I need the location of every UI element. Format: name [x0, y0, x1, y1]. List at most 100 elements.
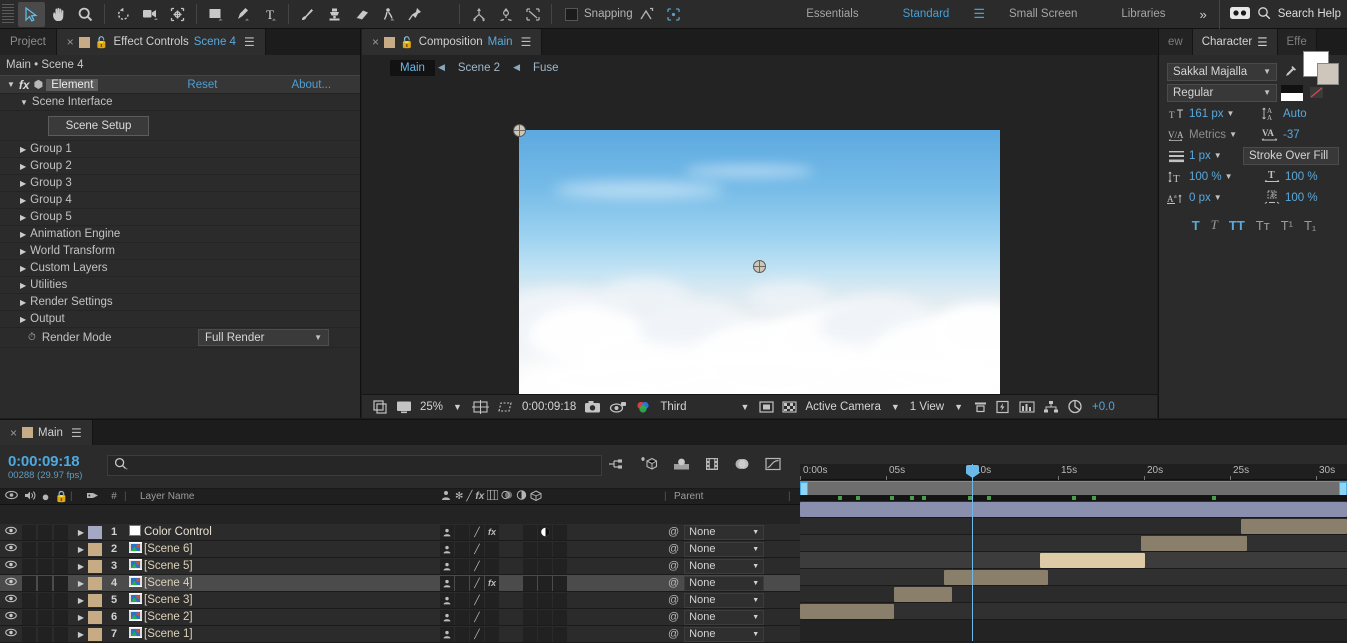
parent-select[interactable]: None ▼: [684, 558, 765, 574]
hand-tool[interactable]: [45, 2, 72, 27]
pixel-aspect-correction-icon[interactable]: [969, 396, 992, 418]
stroke-color-swatch[interactable]: [1317, 62, 1339, 85]
snapping-target-icon[interactable]: [660, 2, 687, 27]
layer-audio-toggle[interactable]: [22, 592, 36, 608]
effect-name[interactable]: Element: [46, 78, 99, 91]
resolution-value[interactable]: Third: [656, 401, 690, 413]
motion-blur-switch[interactable]: [523, 524, 537, 540]
chevron-right-icon[interactable]: ▶: [74, 630, 88, 639]
effect-header-row[interactable]: ▼ fx ⬢ Element Reset About...: [0, 75, 360, 94]
workspace-essentials[interactable]: Essentials: [784, 0, 880, 29]
close-icon[interactable]: ×: [67, 35, 74, 49]
three-d-switch[interactable]: [553, 575, 567, 591]
current-time-indicator[interactable]: [972, 464, 973, 641]
effects-switch[interactable]: [485, 609, 499, 625]
chevron-right-icon[interactable]: ▶: [20, 247, 26, 256]
chevron-right-icon[interactable]: ▶: [74, 562, 88, 571]
comp-nav-scene2[interactable]: Scene 2: [448, 60, 510, 76]
layer-visibility-toggle[interactable]: [0, 543, 22, 555]
chevron-right-icon[interactable]: ▶: [20, 298, 26, 307]
layer-visibility-toggle[interactable]: [0, 577, 22, 589]
panel-menu-icon[interactable]: ☰: [244, 35, 255, 49]
keyframe-marker[interactable]: [856, 496, 860, 500]
layer-name[interactable]: Color Control: [144, 526, 212, 538]
layer-audio-toggle[interactable]: [22, 609, 36, 625]
lock-icon[interactable]: 🔓: [400, 36, 414, 49]
chevron-right-icon[interactable]: ▶: [20, 162, 26, 171]
timeline-row[interactable]: [800, 501, 1347, 518]
layer-solo-toggle[interactable]: [38, 575, 52, 591]
tab-preview[interactable]: ew: [1159, 29, 1193, 55]
timeline-row[interactable]: [800, 586, 1347, 603]
layer-solo-toggle[interactable]: [38, 524, 52, 540]
three-d-switch[interactable]: [553, 558, 567, 574]
layer-duration-bar[interactable]: [1141, 536, 1247, 551]
frame-blend-switch[interactable]: [500, 610, 514, 625]
lock-icon[interactable]: 🔓: [95, 36, 109, 49]
layer-audio-toggle[interactable]: [22, 558, 36, 574]
snapping-arrow-icon[interactable]: [633, 2, 660, 27]
adjustment-switch[interactable]: [538, 626, 552, 642]
layer-visibility-toggle[interactable]: [0, 560, 22, 572]
shy-switch[interactable]: [440, 592, 454, 608]
chevron-right-icon[interactable]: ▶: [20, 179, 26, 188]
shape-tool[interactable]: [202, 2, 229, 27]
subscript-button[interactable]: T₁: [1304, 218, 1316, 233]
parent-select[interactable]: None ▼: [684, 524, 765, 540]
close-icon[interactable]: ×: [10, 426, 17, 440]
fill-over-stroke-icon[interactable]: [1281, 84, 1303, 101]
timeline-row[interactable]: [800, 535, 1347, 552]
chevron-right-icon[interactable]: ▶: [74, 545, 88, 554]
toolbar-grip[interactable]: [2, 4, 14, 24]
world-axis-mode-icon[interactable]: [492, 2, 519, 27]
motion-blur-switch[interactable]: [523, 541, 537, 557]
effect-group-row[interactable]: ▶ Render Settings: [0, 294, 360, 311]
chevron-down-icon[interactable]: ▼: [1227, 109, 1235, 118]
motion-blur-switch[interactable]: [523, 592, 537, 608]
layer-label-color[interactable]: [88, 576, 102, 590]
masks-icon[interactable]: [493, 396, 518, 418]
main-viewer-icon[interactable]: [392, 396, 416, 418]
composition-timecode[interactable]: 0:00:09:18: [518, 401, 580, 413]
layer-duration-bar[interactable]: [894, 587, 952, 602]
adjustment-switch[interactable]: [538, 524, 552, 540]
effects-switch[interactable]: fx: [485, 575, 499, 591]
selection-tool[interactable]: [18, 1, 45, 27]
all-caps-button[interactable]: TT: [1229, 218, 1245, 233]
collapse-switch[interactable]: [455, 541, 469, 557]
chevron-right-icon[interactable]: ▶: [20, 196, 26, 205]
shy-switch[interactable]: [440, 558, 454, 574]
stroke-width-field[interactable]: 1 px ▼: [1189, 150, 1239, 162]
parent-select[interactable]: None ▼: [684, 626, 765, 642]
horizontal-scale-value[interactable]: 100 %: [1285, 171, 1318, 183]
keyframe-marker[interactable]: [1072, 496, 1076, 500]
layer-lock-toggle[interactable]: [54, 541, 68, 557]
layer-solo-toggle[interactable]: [38, 592, 52, 608]
layer-lock-toggle[interactable]: [54, 592, 68, 608]
adjustment-switch[interactable]: [538, 541, 552, 557]
search-input[interactable]: [107, 455, 602, 476]
work-area-start-handle[interactable]: [800, 482, 808, 496]
timeline-row[interactable]: [800, 569, 1347, 586]
effect-group-row[interactable]: ▶ Animation Engine: [0, 226, 360, 243]
adjustment-switch[interactable]: [538, 575, 552, 591]
comp-flowchart-icon[interactable]: [1039, 396, 1063, 418]
puppet-pin-tool[interactable]: [402, 2, 429, 27]
parent-select[interactable]: None ▼: [684, 541, 765, 557]
adjustment-switch[interactable]: [538, 592, 552, 608]
leading-value[interactable]: Auto: [1283, 108, 1307, 120]
local-axis-mode-icon[interactable]: [465, 2, 492, 27]
three-d-switch[interactable]: [553, 524, 567, 540]
region-of-interest-icon[interactable]: [755, 396, 778, 418]
rotation-tool[interactable]: [110, 2, 137, 27]
keyframe-marker[interactable]: [890, 496, 894, 500]
scene-setup-button[interactable]: Scene Setup: [48, 115, 149, 136]
collapse-switch[interactable]: [455, 626, 469, 642]
time-ruler[interactable]: 0:00s 05s 10s 15s 20s 25s 30s: [800, 464, 1347, 480]
fill-stroke-swatches[interactable]: [1303, 50, 1339, 89]
motion-blur-switch[interactable]: [523, 575, 537, 591]
table-row[interactable]: ▶ 1 Color Control ╱ fx @ None ▼: [0, 524, 800, 541]
anchor-point-handle-center[interactable]: [753, 260, 766, 273]
chevron-right-icon[interactable]: ▶: [20, 213, 26, 222]
type-tool[interactable]: T: [256, 2, 283, 27]
